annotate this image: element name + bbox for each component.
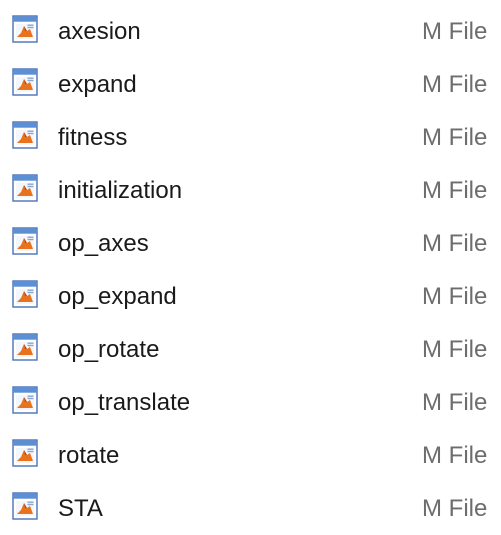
file-row[interactable]: op_expand M File: [0, 269, 501, 323]
file-name: STA: [58, 495, 103, 522]
file-type: M File: [422, 124, 488, 151]
file-name: fitness: [58, 124, 128, 151]
file-list: axesion M File expand M File fitness M F…: [0, 0, 501, 527]
file-name: axesion: [58, 18, 141, 45]
file-row[interactable]: fitness M File: [0, 110, 501, 164]
file-type: M File: [422, 283, 488, 310]
file-type: M File: [422, 230, 488, 257]
file-type: M File: [422, 177, 488, 204]
file-name: rotate: [58, 442, 120, 469]
file-type: M File: [422, 71, 488, 98]
matlab-m-file-icon: [12, 121, 38, 149]
file-name: op_axes: [58, 230, 149, 257]
file-name: initialization: [58, 177, 183, 204]
file-type: M File: [422, 389, 488, 416]
file-type: M File: [422, 495, 488, 522]
matlab-m-file-icon: [12, 15, 38, 43]
file-row[interactable]: op_rotate M File: [0, 322, 501, 376]
matlab-m-file-icon: [12, 227, 38, 255]
matlab-m-file-icon: [12, 439, 38, 467]
file-row[interactable]: rotate M File: [0, 428, 501, 482]
matlab-m-file-icon: [12, 174, 38, 202]
file-row[interactable]: op_axes M File: [0, 216, 501, 270]
matlab-m-file-icon: [12, 280, 38, 308]
file-row[interactable]: op_translate M File: [0, 375, 501, 429]
file-name: op_translate: [58, 389, 191, 416]
matlab-m-file-icon: [12, 386, 38, 414]
file-type: M File: [422, 18, 488, 45]
file-name: expand: [58, 71, 137, 98]
file-type: M File: [422, 336, 488, 363]
file-row[interactable]: expand M File: [0, 57, 501, 111]
matlab-m-file-icon: [12, 68, 38, 96]
file-type: M File: [422, 442, 488, 469]
file-row[interactable]: initialization M File: [0, 163, 501, 217]
matlab-m-file-icon: [12, 333, 38, 361]
file-row[interactable]: axesion M File: [0, 4, 501, 58]
file-name: op_rotate: [58, 336, 160, 363]
matlab-m-file-icon: [12, 492, 38, 520]
file-name: op_expand: [58, 283, 177, 310]
